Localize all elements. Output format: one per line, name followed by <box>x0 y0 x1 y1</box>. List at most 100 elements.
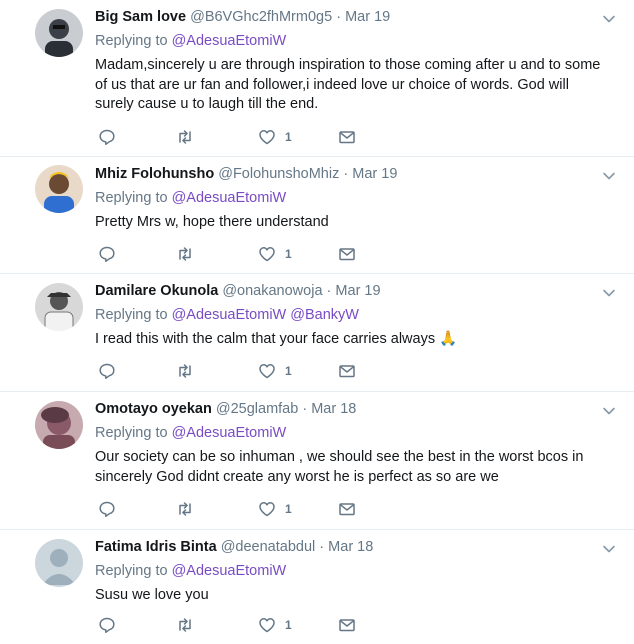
retweet-button[interactable] <box>176 245 194 263</box>
tweet-timestamp[interactable]: Mar 19 <box>345 9 390 25</box>
retweet-icon <box>179 618 191 632</box>
separator-dot: · <box>326 283 332 299</box>
tweet-timestamp[interactable]: Mar 18 <box>311 401 356 417</box>
reply-button[interactable] <box>98 616 116 634</box>
envelope-icon <box>339 365 355 378</box>
reply-button[interactable] <box>98 245 116 263</box>
retweet-button[interactable] <box>176 128 194 146</box>
reply-icon <box>99 501 115 518</box>
like-button[interactable]: 1 <box>258 128 292 146</box>
reply-icon <box>99 246 115 263</box>
replying-to-line: Replying to @AdesuaEtomiW <box>95 562 614 581</box>
chevron-down-icon[interactable] <box>602 12 616 26</box>
tweet-text: Pretty Mrs w, hope there understand <box>95 214 329 230</box>
like-count: 1 <box>285 247 292 261</box>
direct-message-button[interactable] <box>338 500 356 518</box>
tweet-content: Mhiz Folohunsho @FolohunshoMhiz · Mar 19… <box>95 165 614 233</box>
replying-to-label: Replying to <box>95 33 168 49</box>
tweet-header: Damilare Okunola @onakanowoja · Mar 19 <box>95 282 614 301</box>
tweet-timestamp[interactable]: Mar 19 <box>335 283 380 299</box>
replying-to-link[interactable]: @AdesuaEtomiW <box>172 307 287 323</box>
envelope-icon <box>339 248 355 261</box>
separator-dot: · <box>343 166 349 182</box>
retweet-button[interactable] <box>176 362 194 380</box>
tweet-header: Fatima Idris Binta @deenatabdul · Mar 18 <box>95 538 614 557</box>
tweet[interactable]: Damilare Okunola @onakanowoja · Mar 19 R… <box>0 274 634 392</box>
avatar[interactable] <box>35 539 83 587</box>
tweet[interactable]: Mhiz Folohunsho @FolohunshoMhiz · Mar 19… <box>0 157 634 274</box>
tweet-header: Omotayo oyekan @25glamfab · Mar 18 <box>95 400 614 419</box>
like-button[interactable]: 1 <box>258 245 292 263</box>
user-name[interactable]: Mhiz Folohunsho <box>95 166 214 182</box>
user-handle[interactable]: @B6VGhc2fhMrm0g5 <box>190 9 332 25</box>
retweet-icon <box>179 247 191 261</box>
user-handle[interactable]: @onakanowoja <box>222 283 322 299</box>
user-name[interactable]: Omotayo oyekan <box>95 401 212 417</box>
avatar[interactable] <box>35 9 83 57</box>
replying-to-link[interactable]: @AdesuaEtomiW <box>172 563 287 579</box>
like-count: 1 <box>285 618 292 632</box>
replying-to-link[interactable]: @AdesuaEtomiW <box>172 190 287 206</box>
replying-to-label: Replying to <box>95 563 168 579</box>
replying-to-line: Replying to @AdesuaEtomiW <box>95 189 614 208</box>
tweet-header: Mhiz Folohunsho @FolohunshoMhiz · Mar 19 <box>95 165 614 184</box>
user-name[interactable]: Fatima Idris Binta <box>95 539 217 555</box>
tweet[interactable]: Big Sam love @B6VGhc2fhMrm0g5 · Mar 19 R… <box>0 0 634 157</box>
direct-message-button[interactable] <box>338 362 356 380</box>
avatar[interactable] <box>35 165 83 213</box>
direct-message-button[interactable] <box>338 616 356 634</box>
tweet[interactable]: Omotayo oyekan @25glamfab · Mar 18 Reply… <box>0 392 634 530</box>
like-button[interactable]: 1 <box>258 616 292 634</box>
like-button[interactable]: 1 <box>258 362 292 380</box>
retweet-icon <box>179 130 191 144</box>
retweet-button[interactable] <box>176 500 194 518</box>
heart-icon <box>259 364 275 379</box>
replying-to-label: Replying to <box>95 425 168 441</box>
tweet-text: I read this with the calm that your face… <box>95 331 458 347</box>
tweet-content: Damilare Okunola @onakanowoja · Mar 19 R… <box>95 282 614 350</box>
chevron-down-icon[interactable] <box>602 404 616 418</box>
like-count: 1 <box>285 130 292 144</box>
envelope-icon <box>339 503 355 516</box>
replying-to-label: Replying to <box>95 190 168 206</box>
user-handle[interactable]: @FolohunshoMhiz <box>218 166 339 182</box>
avatar[interactable] <box>35 283 83 331</box>
like-button[interactable]: 1 <box>258 500 292 518</box>
chevron-down-icon[interactable] <box>602 169 616 183</box>
reply-button[interactable] <box>98 362 116 380</box>
retweet-button[interactable] <box>176 616 194 634</box>
retweet-icon <box>179 364 191 378</box>
user-handle[interactable]: @deenatabdul <box>221 539 316 555</box>
tweet[interactable]: Fatima Idris Binta @deenatabdul · Mar 18… <box>0 530 634 644</box>
tweet-text: Susu we love you <box>95 587 209 603</box>
like-count: 1 <box>285 364 292 378</box>
user-handle[interactable]: @25glamfab <box>216 401 298 417</box>
tweet-content: Omotayo oyekan @25glamfab · Mar 18 Reply… <box>95 400 614 487</box>
reply-icon <box>99 129 115 146</box>
separator-dot: · <box>336 9 342 25</box>
retweet-icon <box>179 502 191 516</box>
envelope-icon <box>339 131 355 144</box>
direct-message-button[interactable] <box>338 128 356 146</box>
reply-button[interactable] <box>98 500 116 518</box>
envelope-icon <box>339 619 355 632</box>
reply-feed: Big Sam love @B6VGhc2fhMrm0g5 · Mar 19 R… <box>0 0 634 644</box>
tweet-header: Big Sam love @B6VGhc2fhMrm0g5 · Mar 19 <box>95 8 614 27</box>
user-name[interactable]: Damilare Okunola <box>95 283 218 299</box>
tweet-timestamp[interactable]: Mar 18 <box>328 539 373 555</box>
separator-dot: · <box>302 401 308 417</box>
tweet-timestamp[interactable]: Mar 19 <box>352 166 397 182</box>
chevron-down-icon[interactable] <box>602 542 616 556</box>
replying-to-link[interactable]: @AdesuaEtomiW <box>172 33 287 49</box>
separator-dot: · <box>319 539 325 555</box>
replying-to-link[interactable]: @BankyW <box>290 307 359 323</box>
chevron-down-icon[interactable] <box>602 286 616 300</box>
tweet-text: Our society can be so inhuman , we shoul… <box>95 449 584 485</box>
user-name[interactable]: Big Sam love <box>95 9 186 25</box>
reply-button[interactable] <box>98 128 116 146</box>
heart-icon <box>259 130 275 145</box>
direct-message-button[interactable] <box>338 245 356 263</box>
replying-to-link[interactable]: @AdesuaEtomiW <box>172 425 287 441</box>
avatar[interactable] <box>35 401 83 449</box>
tweet-text: Madam,sincerely u are through inspiratio… <box>95 57 601 112</box>
